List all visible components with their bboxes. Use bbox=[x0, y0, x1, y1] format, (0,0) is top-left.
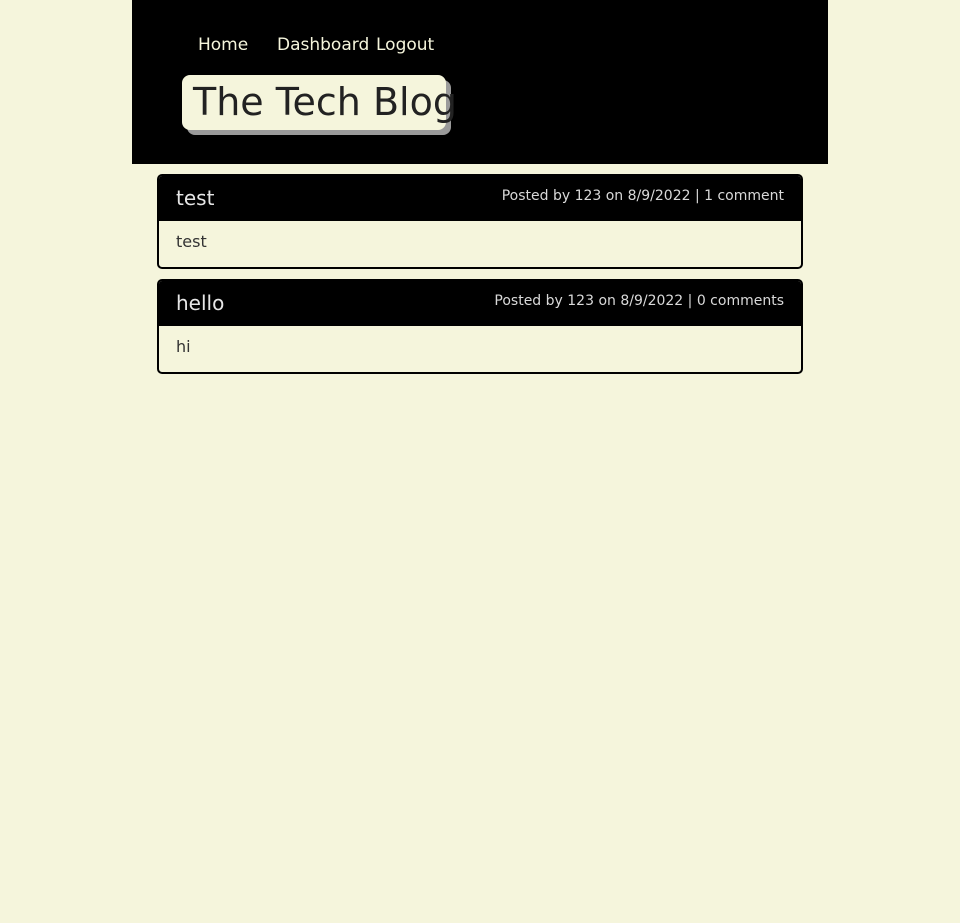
nav-link-home[interactable]: Home bbox=[198, 33, 248, 57]
post-card-header: hello Posted by 123 on 8/9/2022 | 0 comm… bbox=[159, 281, 801, 326]
post-card[interactable]: hello Posted by 123 on 8/9/2022 | 0 comm… bbox=[157, 279, 803, 374]
post-body: hi bbox=[176, 337, 191, 356]
post-title[interactable]: hello bbox=[176, 290, 224, 316]
site-header: Home Dashboard Logout The Tech Blog bbox=[132, 0, 828, 164]
post-body: test bbox=[176, 232, 207, 251]
post-card[interactable]: test Posted by 123 on 8/9/2022 | 1 comme… bbox=[157, 174, 803, 269]
post-meta: Posted by 123 on 8/9/2022 | 0 comments bbox=[494, 293, 784, 309]
nav-link-logout[interactable]: Logout bbox=[376, 33, 434, 57]
post-meta: Posted by 123 on 8/9/2022 | 1 comment bbox=[501, 188, 784, 204]
site-title: The Tech Blog bbox=[193, 80, 457, 124]
post-card-header: test Posted by 123 on 8/9/2022 | 1 comme… bbox=[159, 176, 801, 221]
post-title[interactable]: test bbox=[176, 185, 214, 211]
site-title-badge[interactable]: The Tech Blog bbox=[182, 75, 457, 130]
nav-link-dashboard[interactable]: Dashboard bbox=[277, 33, 369, 57]
